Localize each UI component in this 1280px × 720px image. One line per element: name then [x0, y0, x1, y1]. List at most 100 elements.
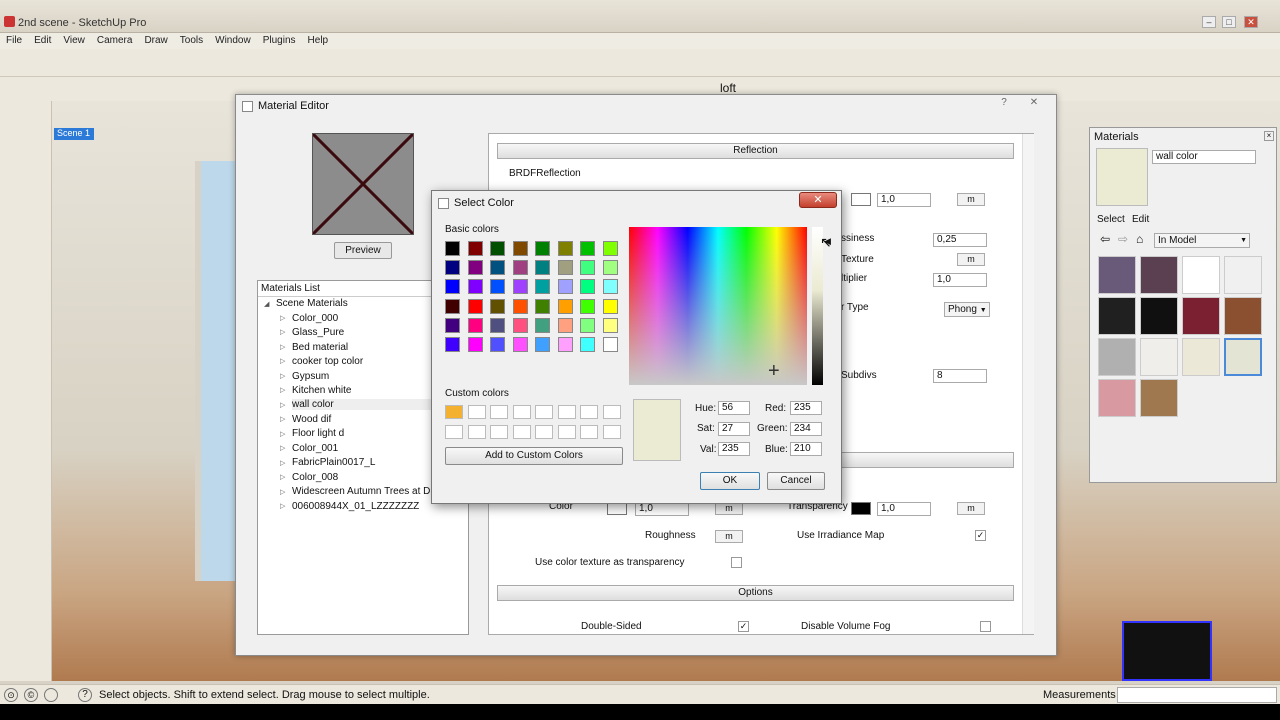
- select-color-close-button[interactable]: ✕: [799, 192, 837, 208]
- basic-color-swatch[interactable]: [490, 337, 505, 352]
- basic-color-swatch[interactable]: [445, 337, 460, 352]
- basic-color-swatch[interactable]: [445, 298, 460, 314]
- material-thumbnail[interactable]: [1224, 297, 1262, 335]
- material-item[interactable]: cooker top color: [292, 356, 363, 367]
- basic-color-swatch[interactable]: [580, 337, 595, 352]
- close-button[interactable]: ✕: [1244, 16, 1258, 28]
- basic-color-swatch[interactable]: [557, 241, 573, 256]
- material-thumbnail[interactable]: [1182, 297, 1220, 335]
- custom-color-swatch[interactable]: [445, 425, 463, 439]
- custom-color-swatch[interactable]: [445, 405, 463, 419]
- add-to-custom-colors-button[interactable]: Add to Custom Colors: [445, 447, 623, 465]
- basic-color-swatch[interactable]: [467, 279, 483, 295]
- tree-expand-icon[interactable]: ▷: [280, 444, 285, 452]
- menu-window[interactable]: Window: [209, 33, 257, 49]
- basic-color-swatch[interactable]: [512, 337, 528, 352]
- material-thumbnail[interactable]: [1098, 297, 1136, 335]
- material-item[interactable]: Widescreen Autumn Trees at Dus: [292, 486, 441, 497]
- basic-color-swatch[interactable]: [557, 279, 573, 295]
- basic-color-swatch[interactable]: [445, 317, 460, 333]
- custom-color-swatch[interactable]: [535, 405, 553, 419]
- basic-color-swatch[interactable]: [580, 279, 595, 295]
- custom-color-swatch[interactable]: [557, 425, 576, 439]
- reflection-section-header[interactable]: Reflection: [497, 143, 1014, 159]
- custom-color-swatch[interactable]: [512, 405, 531, 419]
- forward-arrow-icon[interactable]: ⇨: [1118, 232, 1128, 246]
- material-item[interactable]: Gypsum: [292, 371, 329, 382]
- color-spectrum-picker[interactable]: [629, 227, 807, 385]
- custom-color-swatch[interactable]: [467, 425, 486, 439]
- roughness-map-button[interactable]: m: [715, 530, 743, 543]
- home-icon[interactable]: ⌂: [1136, 232, 1143, 246]
- basic-color-swatch[interactable]: [557, 298, 573, 314]
- basic-color-swatch[interactable]: [445, 241, 460, 256]
- tree-expand-icon[interactable]: ▷: [280, 430, 285, 438]
- use-irradiance-map-checkbox[interactable]: ✓: [975, 530, 986, 541]
- material-thumbnail[interactable]: [1140, 297, 1178, 335]
- basic-color-swatch[interactable]: [535, 260, 550, 276]
- basic-color-swatch[interactable]: [580, 260, 595, 276]
- material-item[interactable]: FabricPlain0017_L: [292, 457, 375, 468]
- menu-camera[interactable]: Camera: [91, 33, 139, 49]
- material-item[interactable]: Bed material: [292, 342, 348, 353]
- tab-select[interactable]: Select: [1097, 214, 1125, 225]
- basic-color-swatch[interactable]: [467, 337, 483, 352]
- blue-field[interactable]: 210: [790, 442, 822, 456]
- material-thumbnail[interactable]: [1182, 338, 1220, 376]
- basic-color-swatch[interactable]: [467, 241, 483, 256]
- basic-color-swatch[interactable]: [602, 337, 618, 352]
- material-thumbnail[interactable]: [1140, 379, 1178, 417]
- geo-location-icon[interactable]: ⊙: [4, 688, 18, 702]
- basic-color-swatch[interactable]: [467, 317, 483, 333]
- tree-expand-icon[interactable]: ▷: [280, 415, 285, 423]
- val-field[interactable]: 235: [718, 442, 750, 456]
- disable-volume-fog-checkbox[interactable]: [980, 621, 991, 632]
- custom-color-swatch[interactable]: [580, 425, 598, 439]
- preview-button[interactable]: Preview: [334, 242, 392, 259]
- basic-color-swatch[interactable]: [602, 298, 618, 314]
- multiplier-field[interactable]: 1,0: [933, 273, 987, 287]
- basic-color-swatch[interactable]: [580, 241, 595, 256]
- material-item[interactable]: Floor light d: [292, 428, 344, 439]
- material-thumbnail[interactable]: [1182, 256, 1220, 294]
- basic-color-swatch[interactable]: [557, 260, 573, 276]
- material-editor-close-button[interactable]: ✕: [1026, 97, 1042, 111]
- user-icon[interactable]: [44, 688, 58, 702]
- custom-color-swatch[interactable]: [557, 405, 576, 419]
- tab-edit[interactable]: Edit: [1132, 214, 1149, 225]
- basic-color-swatch[interactable]: [467, 298, 483, 314]
- reflection-color-swatch[interactable]: [851, 193, 871, 206]
- custom-color-swatch[interactable]: [602, 405, 621, 419]
- minimize-button[interactable]: –: [1202, 16, 1216, 28]
- back-arrow-icon[interactable]: ⇦: [1100, 232, 1110, 246]
- material-thumbnail[interactable]: [1098, 256, 1136, 294]
- material-thumbnail[interactable]: [1224, 338, 1262, 376]
- tree-expand-icon[interactable]: ▷: [280, 401, 285, 409]
- tree-expand-icon[interactable]: ▷: [280, 459, 285, 467]
- ok-button[interactable]: OK: [700, 472, 760, 490]
- basic-color-swatch[interactable]: [580, 317, 595, 333]
- tree-expand-icon[interactable]: ▷: [280, 314, 285, 322]
- basic-color-swatch[interactable]: [602, 241, 618, 256]
- material-item[interactable]: 006008944X_01_LZZZZZZZ: [292, 501, 419, 512]
- material-thumbnail[interactable]: [1224, 256, 1262, 294]
- basic-color-swatch[interactable]: [490, 241, 505, 256]
- custom-color-swatch[interactable]: [580, 405, 598, 419]
- basic-color-swatch[interactable]: [490, 317, 505, 333]
- help-button[interactable]: ?: [996, 97, 1012, 111]
- basic-color-swatch[interactable]: [602, 317, 618, 333]
- basic-color-swatch[interactable]: [557, 337, 573, 352]
- basic-color-swatch[interactable]: [512, 241, 528, 256]
- material-item[interactable]: Glass_Pure: [292, 327, 344, 338]
- help-icon[interactable]: ?: [78, 688, 92, 702]
- custom-color-swatch[interactable]: [490, 405, 508, 419]
- red-field[interactable]: 235: [790, 401, 822, 415]
- cancel-button[interactable]: Cancel: [767, 472, 825, 490]
- tree-expand-icon[interactable]: ▷: [280, 343, 285, 351]
- tree-collapse-icon[interactable]: ◢: [264, 300, 269, 308]
- basic-color-swatch[interactable]: [602, 260, 618, 276]
- menu-help[interactable]: Help: [302, 33, 335, 49]
- material-item[interactable]: Kitchen white: [292, 385, 351, 396]
- texture-map-button[interactable]: m: [957, 253, 985, 266]
- transparency-swatch[interactable]: [851, 502, 871, 515]
